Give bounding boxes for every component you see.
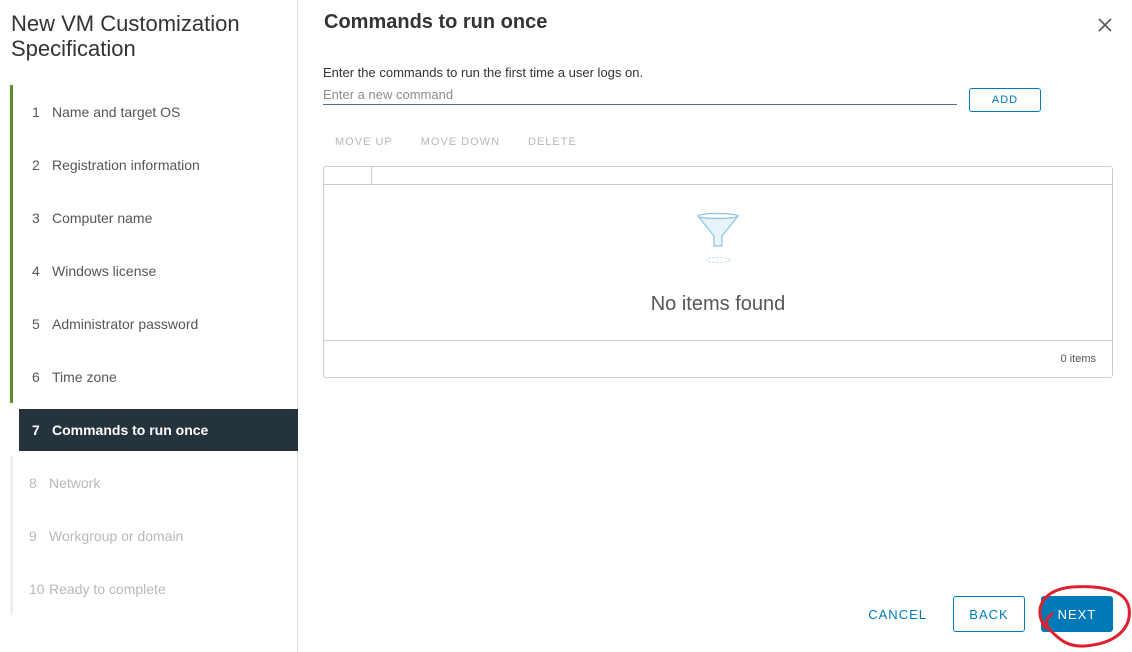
step-number: 3 bbox=[32, 209, 40, 226]
grid-header bbox=[324, 167, 1112, 185]
step-number: 7 bbox=[32, 422, 40, 438]
wizard-steps: 1 Name and target OS 2 Registration inform… bbox=[10, 85, 298, 615]
step-label: Windows license bbox=[52, 262, 157, 279]
step-number: 10 bbox=[29, 580, 45, 597]
step-network: 8 Network bbox=[10, 456, 298, 509]
step-label: Ready to complete bbox=[49, 580, 166, 597]
next-button[interactable]: NEXT bbox=[1041, 596, 1113, 632]
step-windows-license[interactable]: 4 Windows license bbox=[10, 244, 298, 297]
step-number: 5 bbox=[32, 315, 40, 332]
funnel-icon bbox=[696, 212, 740, 263]
wizard-footer: CANCEL BACK NEXT bbox=[856, 596, 1113, 632]
instruction-text: Enter the commands to run the first time… bbox=[323, 65, 644, 80]
cancel-button[interactable]: CANCEL bbox=[856, 596, 939, 632]
step-label: Commands to run once bbox=[52, 422, 209, 438]
step-label: Computer name bbox=[52, 209, 153, 226]
grid-footer: 0 items bbox=[324, 341, 1112, 377]
step-workgroup-or-domain: 9 Workgroup or domain bbox=[10, 509, 298, 562]
step-time-zone[interactable]: 6 Time zone bbox=[10, 350, 298, 403]
move-down-button[interactable]: MOVE DOWN bbox=[409, 132, 512, 152]
step-number: 4 bbox=[32, 262, 40, 279]
step-label: Time zone bbox=[52, 368, 117, 385]
step-label: Network bbox=[49, 474, 101, 491]
action-bar: MOVE UP MOVE DOWN DELETE bbox=[323, 132, 593, 152]
page-title: Commands to run once bbox=[324, 11, 548, 33]
delete-button[interactable]: DELETE bbox=[516, 132, 589, 152]
selection-column-header bbox=[324, 167, 372, 185]
close-icon[interactable] bbox=[1096, 16, 1114, 34]
step-label: Administrator password bbox=[52, 315, 199, 332]
move-up-button[interactable]: MOVE UP bbox=[323, 132, 405, 152]
step-commands-to-run-once[interactable]: 7 Commands to run once bbox=[19, 409, 298, 451]
command-input[interactable] bbox=[323, 85, 957, 105]
add-button[interactable]: ADD bbox=[969, 88, 1041, 112]
step-number: 9 bbox=[29, 527, 37, 544]
step-administrator-password[interactable]: 5 Administrator password bbox=[10, 297, 298, 350]
step-number: 6 bbox=[32, 368, 40, 385]
step-registration-information[interactable]: 2 Registration information bbox=[10, 138, 298, 191]
step-label: Name and target OS bbox=[52, 103, 181, 120]
step-computer-name[interactable]: 3 Computer name bbox=[10, 191, 298, 244]
back-button[interactable]: BACK bbox=[953, 596, 1025, 632]
step-label: Registration information bbox=[52, 156, 200, 173]
item-count: 0 items bbox=[1060, 353, 1096, 365]
step-number: 1 bbox=[32, 103, 40, 120]
step-ready-to-complete: 10 Ready to complete bbox=[10, 562, 298, 615]
empty-state-text: No items found bbox=[650, 293, 786, 315]
wizard-sidebar: New VM Customization Specification 1 Name… bbox=[0, 0, 298, 652]
wizard-content: Commands to run once Enter the commands … bbox=[299, 0, 1132, 652]
wizard-title: New VM Customization Specification bbox=[11, 11, 240, 61]
step-name-and-target-os[interactable]: 1 Name and target OS bbox=[10, 85, 298, 138]
step-label: Workgroup or domain bbox=[49, 527, 184, 544]
step-number: 2 bbox=[32, 156, 40, 173]
grid-body: No items found bbox=[324, 185, 1112, 341]
commands-grid: No items found 0 items bbox=[323, 166, 1113, 378]
step-number: 8 bbox=[29, 474, 37, 491]
